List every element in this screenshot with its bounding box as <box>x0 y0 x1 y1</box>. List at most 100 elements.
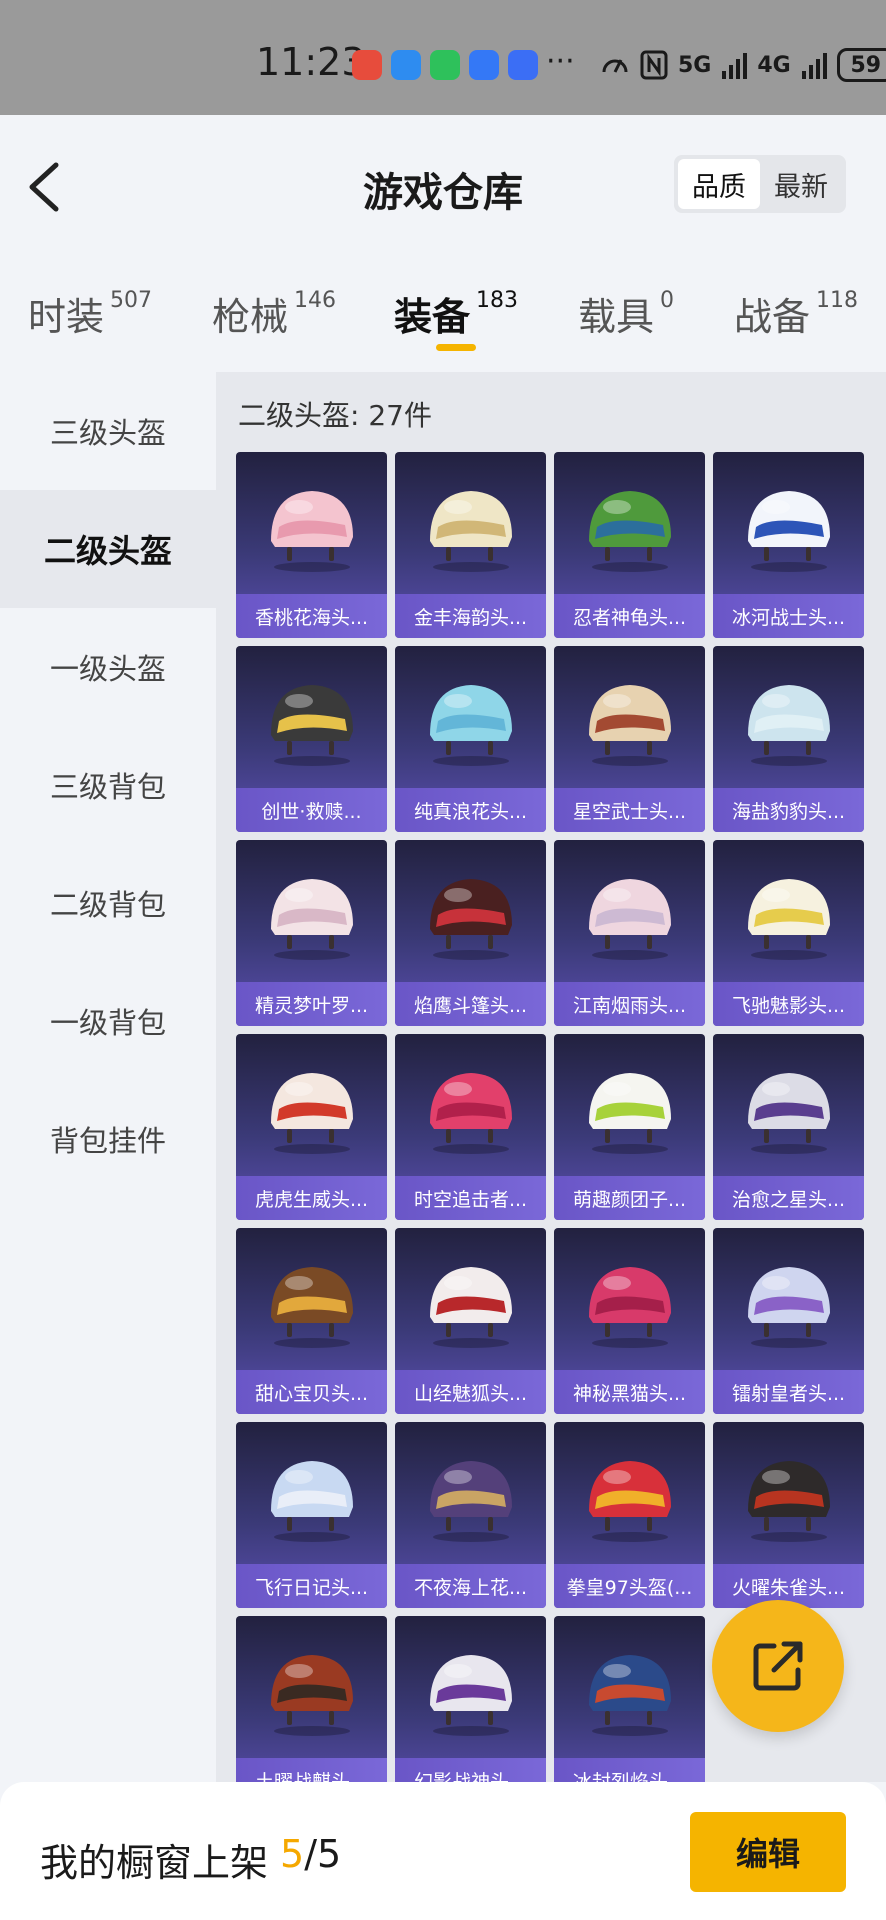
wechat-icon <box>430 50 460 80</box>
item-name: 海盐豹豹头... <box>713 788 864 832</box>
sidebar-item-level2-helmet[interactable]: 二级头盔 <box>0 490 216 608</box>
item-name: 冰封烈焰头... <box>554 1758 705 1782</box>
tab-label: 装备 <box>394 295 471 339</box>
edit-button[interactable]: 编辑 <box>690 1812 846 1892</box>
tab-weapons[interactable]: 枪械 146 <box>212 286 336 341</box>
showcase-current-count: 5 <box>280 1832 305 1876</box>
tab-vehicles[interactable]: 载具 0 <box>578 286 674 341</box>
helmet-image <box>236 1440 387 1550</box>
tab-fashion[interactable]: 时装 507 <box>28 286 152 341</box>
item-card[interactable]: 冰封烈焰头... <box>554 1616 705 1782</box>
item-name: 飞驰魅影头... <box>713 982 864 1026</box>
helmet-image <box>713 1440 864 1550</box>
item-card[interactable]: 幻影战神头... <box>395 1616 546 1782</box>
active-tab-indicator <box>436 344 476 351</box>
item-name: 神秘黑猫头... <box>554 1370 705 1414</box>
item-card[interactable]: 山经魅狐头... <box>395 1228 546 1414</box>
sidebar-item-level3-backpack[interactable]: 三级背包 <box>0 726 216 844</box>
battery-level: 59 <box>850 52 882 78</box>
item-name: 香桃花海头... <box>236 594 387 638</box>
item-card[interactable]: 香桃花海头... <box>236 452 387 638</box>
signal-icon <box>801 53 827 79</box>
helmet-image <box>395 1634 546 1744</box>
helmet-image <box>395 470 546 580</box>
item-card[interactable]: 时空追击者... <box>395 1034 546 1220</box>
item-card[interactable]: 土曜战麒头... <box>236 1616 387 1782</box>
item-card[interactable]: 飞行日记头... <box>236 1422 387 1608</box>
tab-label: 载具 <box>578 295 655 339</box>
item-card[interactable]: 海盐豹豹头... <box>713 646 864 832</box>
item-card[interactable]: 江南烟雨头... <box>554 840 705 1026</box>
sidebar-item-level3-helmet[interactable]: 三级头盔 <box>0 372 216 490</box>
item-card[interactable]: 火曜朱雀头... <box>713 1422 864 1608</box>
tab-count: 183 <box>476 288 519 313</box>
item-name: 江南烟雨头... <box>554 982 705 1026</box>
sidebar-item-level1-helmet[interactable]: 一级头盔 <box>0 608 216 726</box>
item-name: 治愈之星头... <box>713 1176 864 1220</box>
share-button[interactable] <box>712 1600 844 1732</box>
helmet-image <box>236 1246 387 1356</box>
item-card[interactable]: 焰鹰斗篷头... <box>395 840 546 1026</box>
item-name: 不夜海上花... <box>395 1564 546 1608</box>
sidebar-item-backpack-charm[interactable]: 背包挂件 <box>0 1080 216 1198</box>
network-5g-label: 5G <box>678 52 712 78</box>
helmet-image <box>554 1440 705 1550</box>
browser-icon <box>469 50 499 80</box>
sidebar-item-level1-backpack[interactable]: 一级背包 <box>0 962 216 1080</box>
sidebar-item-level2-backpack[interactable]: 二级背包 <box>0 844 216 962</box>
item-name: 虎虎生威头... <box>236 1176 387 1220</box>
nfc-icon <box>640 50 668 80</box>
helmet-image <box>713 664 864 774</box>
item-card[interactable]: 治愈之星头... <box>713 1034 864 1220</box>
tab-combat-gear[interactable]: 战备 118 <box>734 286 858 341</box>
helmet-image <box>236 664 387 774</box>
item-card[interactable]: 拳皇97头盔(... <box>554 1422 705 1608</box>
item-card[interactable]: 纯真浪花头... <box>395 646 546 832</box>
more-notifications-icon: ··· <box>546 44 575 79</box>
tab-label: 战备 <box>734 295 811 339</box>
item-card[interactable]: 冰河战士头... <box>713 452 864 638</box>
helmet-image <box>554 664 705 774</box>
helmet-image <box>395 664 546 774</box>
status-time: 11:23 <box>256 40 366 84</box>
item-name: 纯真浪花头... <box>395 788 546 832</box>
header: 游戏仓库 品质 最新 <box>0 115 886 255</box>
item-card[interactable]: 忍者神龟头... <box>554 452 705 638</box>
item-card[interactable]: 虎虎生威头... <box>236 1034 387 1220</box>
tab-count: 507 <box>110 288 153 313</box>
item-card[interactable]: 创世·救赎... <box>236 646 387 832</box>
item-card[interactable]: 萌趣颜团子... <box>554 1034 705 1220</box>
item-card[interactable]: 金丰海韵头... <box>395 452 546 638</box>
helmet-image <box>395 1246 546 1356</box>
item-card[interactable]: 神秘黑猫头... <box>554 1228 705 1414</box>
helmet-image <box>713 470 864 580</box>
sort-option-newest[interactable]: 最新 <box>760 159 842 209</box>
item-name: 金丰海韵头... <box>395 594 546 638</box>
section-title: 二级头盔: 27件 <box>238 399 432 432</box>
item-card[interactable]: 镭射皇者头... <box>713 1228 864 1414</box>
tab-label: 枪械 <box>212 295 289 339</box>
sort-toggle: 品质 最新 <box>674 155 846 213</box>
tab-count: 118 <box>816 288 859 313</box>
item-name: 冰河战士头... <box>713 594 864 638</box>
item-name: 飞行日记头... <box>236 1564 387 1608</box>
showcase-total-count: /5 <box>304 1832 342 1876</box>
speed-icon <box>602 59 628 73</box>
item-card[interactable]: 飞驰魅影头... <box>713 840 864 1026</box>
tab-count: 0 <box>660 288 675 313</box>
share-icon <box>753 1641 803 1691</box>
missed-call-icon <box>352 50 382 80</box>
item-grid: 香桃花海头... 金丰海韵头... 忍者神龟头... 冰河战士头... 创世·救赎...… <box>236 452 864 1782</box>
item-card[interactable]: 甜心宝贝头... <box>236 1228 387 1414</box>
tab-equipment[interactable]: 装备 183 <box>394 286 518 341</box>
game-center-icon <box>508 50 538 80</box>
helmet-image <box>395 858 546 968</box>
signal-icon <box>722 53 748 79</box>
item-card[interactable]: 不夜海上花... <box>395 1422 546 1608</box>
helmet-image <box>236 858 387 968</box>
item-card[interactable]: 星空武士头... <box>554 646 705 832</box>
sort-option-quality[interactable]: 品质 <box>678 159 760 209</box>
item-card[interactable]: 精灵梦叶罗... <box>236 840 387 1026</box>
messages-icon <box>391 50 421 80</box>
helmet-image <box>713 1246 864 1356</box>
